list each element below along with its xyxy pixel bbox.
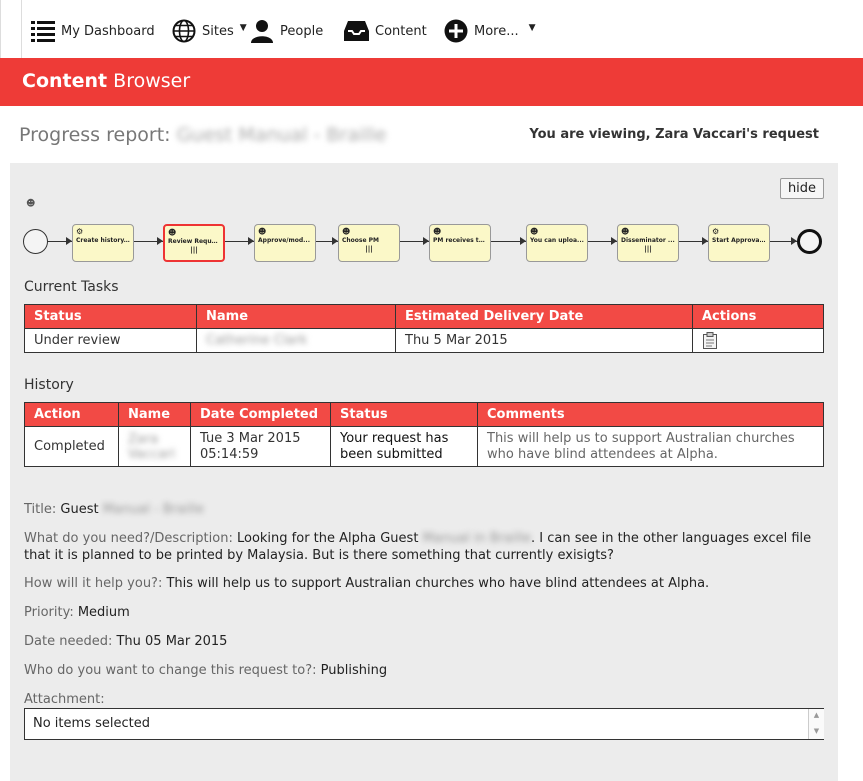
- workflow-end-node: [797, 229, 822, 254]
- list-icon: [31, 21, 55, 42]
- redacted-request-name: Guest Manual - Braille: [176, 124, 387, 146]
- workflow-start-node: [23, 229, 48, 254]
- person-icon: [251, 20, 273, 43]
- detail-change-request: Who do you want to change this request t…: [24, 663, 388, 678]
- nav-people[interactable]: People: [250, 18, 323, 44]
- inbox-icon: [344, 21, 369, 41]
- user-icon: ☻: [258, 227, 267, 236]
- column-header: Status: [24, 304, 197, 329]
- redacted-description: Manual in Braille: [422, 531, 531, 546]
- gear-icon: ⚙: [712, 227, 720, 236]
- nav-sites[interactable]: Sites ▼: [172, 18, 247, 44]
- redacted-title: Manual - Braille: [102, 502, 204, 517]
- task-actions: [692, 328, 824, 353]
- detail-date-needed: Date needed: Thu 05 Mar 2015: [24, 634, 228, 649]
- top-navigation: My Dashboard Sites ▼ People Content More…: [0, 0, 863, 58]
- workflow-step-8[interactable]: ⚙ Start Approval...: [708, 224, 770, 262]
- table-row: Completed Zara Vaccari Tue 3 Mar 2015 05…: [24, 426, 824, 467]
- nav-label: My Dashboard: [61, 23, 155, 39]
- history-action: Completed: [24, 426, 119, 467]
- table-header-row: Status Name Estimated Delivery Date Acti…: [24, 304, 824, 329]
- nav-content[interactable]: Content: [344, 18, 427, 44]
- workflow-step-5[interactable]: ☻ PM receives ta...: [429, 224, 491, 262]
- user-icon: ☻: [26, 199, 36, 209]
- detail-title: Title: Guest Manual - Braille: [24, 502, 204, 517]
- attachment-label: Attachment:: [24, 692, 105, 707]
- app-header-bar: Content Browser: [0, 58, 863, 106]
- workflow-diagram: ☻ ⚙ Create history... ☻ Review Reque... …: [23, 193, 823, 273]
- column-header: Actions: [692, 304, 824, 329]
- app-title: Content Browser: [22, 70, 191, 92]
- user-icon: ☻: [168, 228, 177, 237]
- history-heading: History: [24, 377, 74, 393]
- nav-label: More...: [474, 23, 519, 39]
- clipboard-icon[interactable]: [702, 332, 718, 349]
- nav-divider: [21, 0, 22, 58]
- table-header-row: Action Name Date Completed Status Commen…: [24, 402, 824, 427]
- user-icon: ☻: [433, 227, 442, 236]
- column-header: Name: [196, 304, 396, 329]
- multi-instance-icon: |||: [190, 246, 198, 254]
- history-comments: This will help us to support Australian …: [477, 426, 824, 467]
- detail-description: What do you need?/Description: Looking f…: [24, 531, 812, 563]
- current-tasks-table: Status Name Estimated Delivery Date Acti…: [24, 304, 824, 353]
- nav-label: People: [280, 23, 324, 39]
- column-header: Name: [118, 402, 191, 427]
- workflow-step-1[interactable]: ⚙ Create history...: [72, 224, 134, 262]
- scroll-down-icon[interactable]: ▼: [809, 725, 824, 737]
- viewing-notice: You are viewing, Zara Vaccari's request: [529, 127, 819, 142]
- workflow-step-6[interactable]: ☻ You can uploa...: [526, 224, 588, 262]
- workflow-step-7[interactable]: ☻ Disseminator ... |||: [617, 224, 679, 262]
- page-title: Progress report: Guest Manual - Braille: [19, 124, 387, 146]
- attachment-list[interactable]: No items selected ▲ ▼: [24, 708, 824, 740]
- chevron-down-icon: ▼: [239, 23, 247, 33]
- nav-my-dashboard[interactable]: My Dashboard: [31, 18, 155, 44]
- nav-label: Sites: [202, 23, 234, 39]
- workflow-step-3[interactable]: ☻ Approve/mod...: [254, 224, 316, 262]
- chevron-down-icon: ▼: [528, 23, 536, 33]
- progress-panel: hide ☻ ⚙ Create history... ☻ Review Requ…: [10, 163, 838, 781]
- history-date: Tue 3 Mar 2015 05:14:59: [190, 426, 331, 467]
- history-table: Action Name Date Completed Status Commen…: [24, 402, 824, 467]
- gear-icon: ⚙: [76, 227, 84, 236]
- nav-more[interactable]: More... ▼: [444, 18, 536, 44]
- scrollbar[interactable]: ▲ ▼: [808, 709, 824, 739]
- task-status: Under review: [24, 328, 197, 353]
- task-delivery-date: Thu 5 Mar 2015: [395, 328, 693, 353]
- task-assignee: Catherine Clark: [196, 328, 396, 353]
- column-header: Estimated Delivery Date: [395, 304, 693, 329]
- column-header: Comments: [477, 402, 824, 427]
- history-status: Your request has been submitted: [330, 426, 478, 467]
- column-header: Date Completed: [190, 402, 331, 427]
- attachment-value: No items selected: [33, 716, 150, 731]
- nav-label: Content: [375, 23, 427, 39]
- globe-icon: [172, 19, 196, 43]
- column-header: Status: [330, 402, 478, 427]
- multi-instance-icon: |||: [365, 245, 373, 253]
- workflow-step-4[interactable]: ☻ Choose PM |||: [338, 224, 400, 262]
- detail-priority: Priority: Medium: [24, 605, 130, 620]
- scroll-up-icon[interactable]: ▲: [809, 709, 824, 721]
- user-icon: ☻: [530, 227, 539, 236]
- table-row: Under review Catherine Clark Thu 5 Mar 2…: [24, 328, 824, 353]
- detail-help: How will it help you?: This will help us…: [24, 576, 710, 591]
- current-tasks-heading: Current Tasks: [24, 279, 119, 295]
- history-name: Zara Vaccari: [118, 426, 191, 467]
- user-icon: ☻: [342, 227, 351, 236]
- column-header: Action: [24, 402, 119, 427]
- plus-circle-icon: [444, 19, 468, 43]
- user-icon: ☻: [621, 227, 630, 236]
- workflow-step-2-active[interactable]: ☻ Review Reque... |||: [163, 224, 225, 262]
- multi-instance-icon: |||: [644, 245, 652, 253]
